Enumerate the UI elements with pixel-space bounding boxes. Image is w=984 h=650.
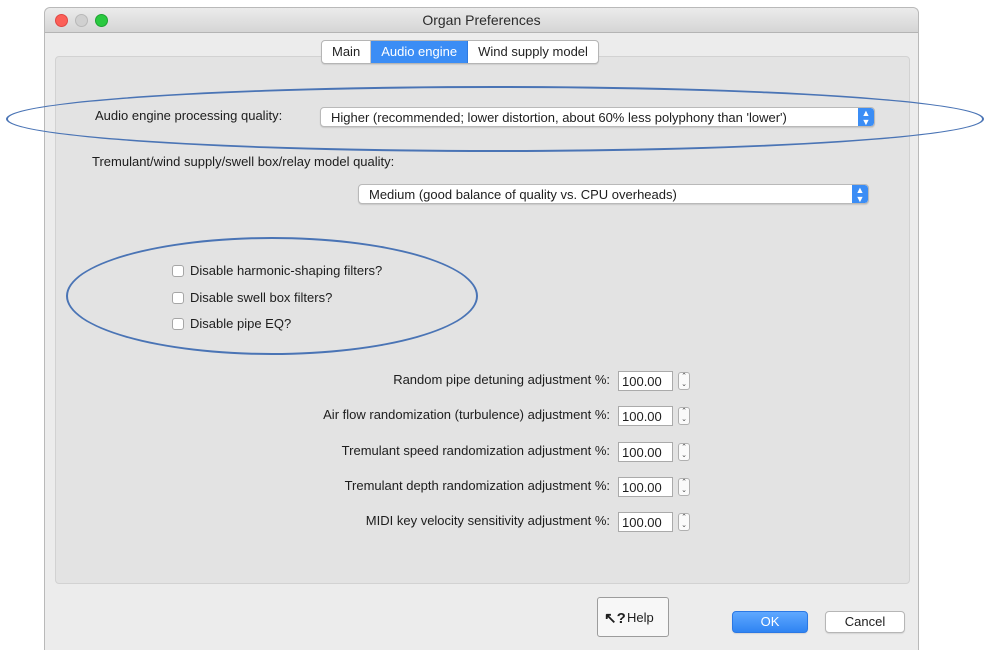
audio-quality-popup[interactable]: Higher (recommended; lower distortion, a…	[320, 107, 875, 127]
midi-velocity-field[interactable]: 100.00	[618, 512, 673, 532]
harmonic-filters-label: Disable harmonic-shaping filters?	[190, 263, 383, 278]
help-button[interactable]: ↖? Help	[597, 597, 669, 637]
tremulant-speed-field[interactable]: 100.00	[618, 442, 673, 462]
cancel-button[interactable]: Cancel	[825, 611, 905, 633]
audio-quality-label: Audio engine processing quality:	[95, 108, 283, 123]
title-bar[interactable]: Organ Preferences	[45, 8, 918, 33]
turbulence-label: Air flow randomization (turbulence) adju…	[323, 407, 610, 422]
model-quality-label: Tremulant/wind supply/swell box/relay mo…	[92, 154, 395, 169]
help-label: Help	[627, 610, 654, 625]
harmonic-filters-row[interactable]: Disable harmonic-shaping filters?	[172, 263, 382, 278]
help-cursor-icon: ↖?	[604, 610, 626, 627]
detuning-field[interactable]: 100.00	[618, 371, 673, 391]
model-quality-value: Medium (good balance of quality vs. CPU …	[369, 187, 677, 202]
turbulence-field[interactable]: 100.00	[618, 406, 673, 426]
harmonic-filters-checkbox[interactable]	[172, 264, 184, 277]
pipe-eq-label: Disable pipe EQ?	[190, 316, 292, 331]
tremulant-depth-stepper[interactable]: ⌃ ⌄	[678, 478, 690, 496]
audio-quality-value: Higher (recommended; lower distortion, a…	[331, 110, 787, 125]
tremulant-depth-field[interactable]: 100.00	[618, 477, 673, 497]
detuning-label: Random pipe detuning adjustment %:	[393, 372, 610, 387]
detuning-stepper[interactable]: ⌃ ⌄	[678, 372, 690, 390]
swell-box-filters-checkbox[interactable]	[172, 291, 184, 304]
turbulence-stepper[interactable]: ⌃ ⌄	[678, 407, 690, 425]
model-quality-popup[interactable]: Medium (good balance of quality vs. CPU …	[358, 184, 869, 204]
tremulant-depth-label: Tremulant depth randomization adjustment…	[344, 478, 610, 493]
window-title: Organ Preferences	[422, 12, 541, 28]
tremulant-speed-stepper[interactable]: ⌃ ⌄	[678, 443, 690, 461]
swell-box-filters-label: Disable swell box filters?	[190, 290, 333, 305]
chevron-updown-icon: ▲ ▼	[852, 185, 868, 203]
swell-box-filters-row[interactable]: Disable swell box filters?	[172, 290, 332, 305]
tab-wind-supply-model[interactable]: Wind supply model	[468, 41, 598, 63]
pipe-eq-checkbox[interactable]	[172, 317, 184, 330]
midi-velocity-label: MIDI key velocity sensitivity adjustment…	[365, 513, 610, 528]
ok-button[interactable]: OK	[732, 611, 808, 633]
pipe-eq-row[interactable]: Disable pipe EQ?	[172, 316, 291, 331]
tab-bar: Main Audio engine Wind supply model	[321, 40, 599, 64]
chevron-updown-icon: ▲ ▼	[858, 108, 874, 126]
tremulant-speed-label: Tremulant speed randomization adjustment…	[341, 443, 610, 458]
tab-main[interactable]: Main	[322, 41, 372, 63]
tab-audio-engine[interactable]: Audio engine	[371, 41, 469, 63]
midi-velocity-stepper[interactable]: ⌃ ⌄	[678, 513, 690, 531]
